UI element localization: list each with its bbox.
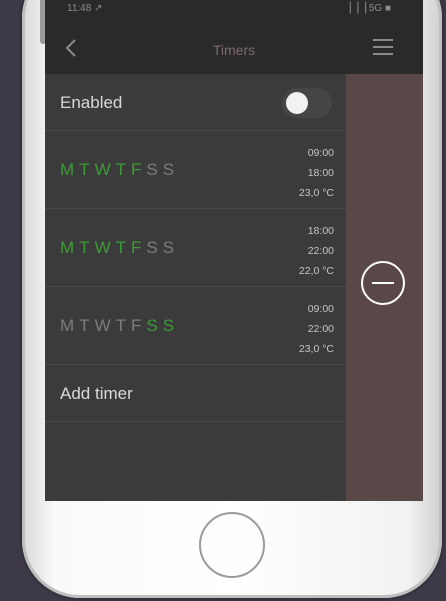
day-saturday: S [146, 316, 159, 335]
day-monday: M [60, 238, 76, 257]
page-title: Timers [212, 42, 256, 58]
timer-start: 18:00 [307, 225, 334, 237]
timer-row[interactable]: MTWTFSS 09:00 18:00 23,0 °C [45, 131, 346, 209]
day-sunday: S [162, 160, 176, 179]
day-friday: F [131, 238, 143, 257]
nav-bar: Timers [45, 22, 423, 74]
app-screen: 11:48 ↗ ▕▕▕ 5G ■ Timers Enabled MTWTFSS … [45, 0, 423, 501]
timer-temperature: 23,0 °C [298, 187, 334, 199]
status-time: 11:48 ↗ [67, 3, 103, 14]
hamburger-menu-icon[interactable] [373, 39, 393, 57]
day-thursday: T [115, 238, 127, 257]
enabled-row: Enabled [45, 74, 346, 131]
add-timer-label: Add timer [60, 384, 133, 403]
day-monday: M [60, 316, 76, 335]
timer-list: Enabled MTWTFSS 09:00 18:00 23,0 °C MTWT… [45, 74, 346, 501]
day-tuesday: T [79, 160, 91, 179]
timer-times: 18:00 22:00 22,0 °C [299, 221, 334, 281]
timer-start: 09:00 [307, 303, 334, 315]
timer-end: 22:00 [307, 245, 334, 257]
timer-row[interactable]: MTWTFSS 09:00 22:00 23,0 °C [45, 287, 346, 365]
enabled-toggle[interactable] [282, 88, 332, 118]
timer-row[interactable]: MTWTFSS 18:00 22:00 22,0 °C [45, 209, 346, 287]
add-timer-button[interactable]: Add timer [45, 365, 346, 422]
enabled-label: Enabled [60, 93, 123, 112]
day-saturday: S [146, 238, 159, 257]
timer-days: MTWTFSS [60, 316, 179, 336]
day-thursday: T [115, 160, 127, 179]
home-button[interactable] [199, 512, 265, 578]
day-wednesday: W [94, 160, 112, 179]
day-friday: F [131, 316, 143, 335]
day-sunday: S [162, 316, 176, 335]
timer-days: MTWTFSS [60, 238, 179, 258]
timer-days: MTWTFSS [60, 160, 179, 180]
day-thursday: T [115, 316, 127, 335]
day-saturday: S [146, 160, 159, 179]
timer-end: 18:00 [307, 167, 334, 179]
toggle-knob [286, 92, 308, 114]
timer-times: 09:00 22:00 23,0 °C [299, 299, 334, 359]
day-friday: F [131, 160, 143, 179]
timer-times: 09:00 18:00 23,0 °C [299, 143, 334, 203]
timer-end: 22:00 [307, 323, 334, 335]
swipe-action-panel [346, 74, 423, 501]
day-sunday: S [162, 238, 176, 257]
timer-temperature: 22,0 °C [298, 265, 334, 277]
day-monday: M [60, 160, 76, 179]
timer-start: 09:00 [307, 147, 334, 159]
status-bar: 11:48 ↗ ▕▕▕ 5G ■ [45, 0, 423, 22]
day-tuesday: T [79, 316, 91, 335]
timer-temperature: 23,0 °C [298, 343, 334, 355]
status-signal: ▕▕▕ 5G ■ [342, 3, 391, 14]
day-wednesday: W [94, 316, 112, 335]
remove-circle-icon[interactable] [361, 261, 405, 305]
day-wednesday: W [94, 238, 112, 257]
day-tuesday: T [79, 238, 91, 257]
